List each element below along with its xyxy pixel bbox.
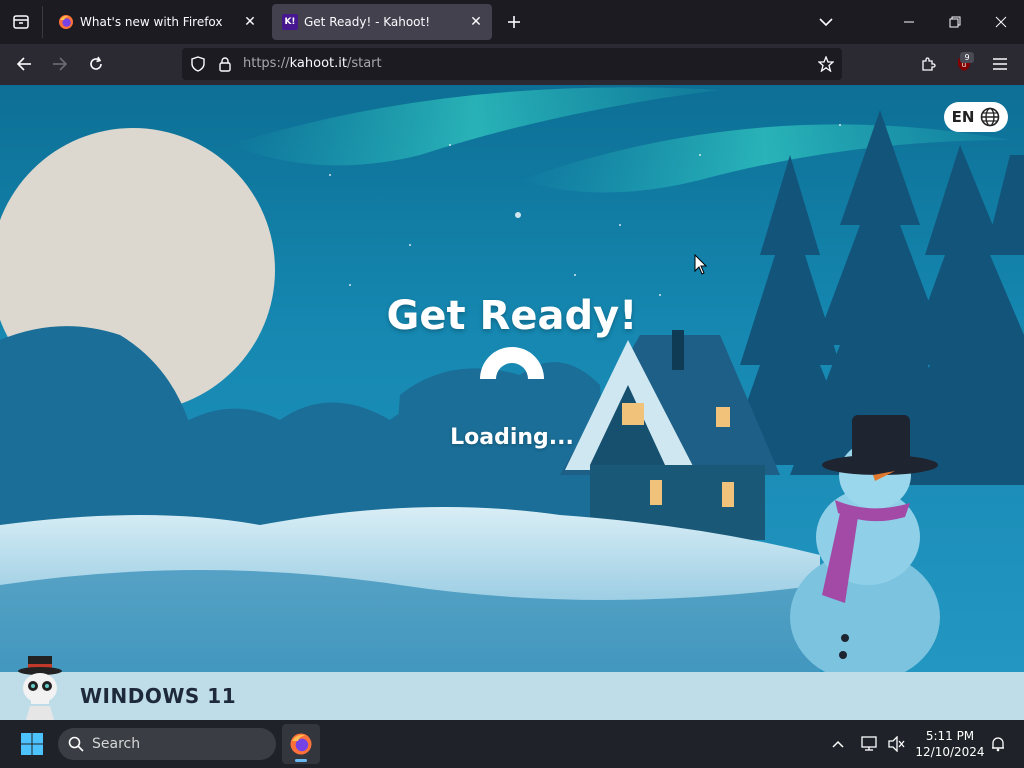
reload-icon: [90, 56, 102, 70]
globe-icon: [981, 107, 1000, 127]
bookmark-star-icon[interactable]: [816, 54, 836, 74]
loading-spinner-icon: [480, 347, 544, 379]
back-button[interactable]: [8, 48, 40, 80]
kahoot-page: EN Get Ready! Loading...: [0, 85, 1024, 672]
url-text[interactable]: https://kahoot.it/start: [243, 56, 382, 71]
network-status-button[interactable]: [858, 732, 882, 756]
speaker-muted-icon: [888, 736, 905, 752]
language-selector-button[interactable]: EN: [944, 102, 1008, 132]
chevron-down-icon: [819, 18, 833, 27]
app-menu-button[interactable]: [984, 48, 1016, 80]
volume-button[interactable]: [884, 732, 908, 756]
tab-whats-new[interactable]: What's new with Firefox ✕: [48, 4, 266, 40]
lock-icon[interactable]: [215, 54, 235, 74]
close-tab-icon[interactable]: ✕: [464, 10, 488, 34]
restore-button[interactable]: [932, 0, 978, 44]
close-tab-icon[interactable]: ✕: [238, 10, 262, 34]
puzzle-icon: [922, 57, 936, 71]
bell-icon: [992, 737, 1004, 752]
reload-button[interactable]: [80, 48, 112, 80]
show-hidden-icons-button[interactable]: [826, 732, 850, 756]
mouse-cursor-icon: [694, 254, 708, 275]
firefox-view-button[interactable]: [0, 0, 42, 44]
tab-separator: [42, 6, 43, 38]
clock-time: 5:11 PM: [925, 729, 975, 743]
windows-logo-icon: [21, 733, 43, 755]
firefox-favicon-icon: [59, 15, 73, 29]
navigation-toolbar: https://kahoot.it/start u: [0, 44, 1024, 85]
language-code: EN: [951, 108, 975, 126]
clock-date: 12/10/2024: [915, 745, 985, 759]
url-path: /start: [346, 56, 382, 71]
search-label: Search: [92, 736, 141, 752]
taskbar-search-box[interactable]: Search: [58, 728, 276, 760]
new-tab-button[interactable]: [500, 8, 528, 36]
start-button[interactable]: [16, 730, 48, 758]
minimize-button[interactable]: [886, 0, 932, 44]
extension-badge: 9: [960, 52, 974, 63]
hamburger-menu-icon: [993, 58, 1007, 70]
list-all-tabs-button[interactable]: [812, 8, 840, 36]
taskbar-firefox-app[interactable]: [282, 724, 320, 764]
kahoot-favicon-icon: K!: [282, 14, 298, 30]
firefox-view-icon: [13, 15, 29, 29]
arrow-left-icon: [16, 57, 31, 71]
extensions-button[interactable]: [912, 48, 944, 80]
arrow-right-icon: [53, 57, 68, 71]
tab-kahoot[interactable]: K! Get Ready! - Kahoot! ✕: [272, 4, 492, 40]
windows-taskbar: Search 5:11 PM 12/10/2024: [0, 720, 1024, 768]
firefox-icon: [290, 733, 312, 755]
search-icon: [68, 736, 84, 752]
loading-text: Loading...: [450, 425, 574, 450]
tab-title: Get Ready! - Kahoot!: [304, 15, 431, 29]
plus-icon: [508, 16, 520, 28]
minimize-icon: [904, 21, 914, 23]
network-monitor-icon: [861, 736, 877, 751]
skull-mascot-icon: [18, 656, 62, 720]
tracking-protection-shield-icon[interactable]: [188, 54, 208, 74]
watermark-banner: WINDOWS 11: [0, 656, 1024, 720]
tab-strip: What's new with Firefox ✕ K! Get Ready! …: [0, 0, 1024, 44]
notifications-button[interactable]: [986, 732, 1010, 756]
tab-title: What's new with Firefox: [80, 15, 223, 29]
restore-icon: [949, 16, 961, 28]
running-indicator: [295, 759, 307, 762]
chevron-up-icon: [832, 740, 844, 748]
get-ready-heading: Get Ready!: [386, 293, 638, 339]
address-bar[interactable]: https://kahoot.it/start: [182, 48, 842, 80]
url-scheme: https://: [243, 56, 290, 71]
url-host: kahoot.it: [289, 56, 347, 71]
close-icon: [995, 16, 1007, 28]
watermark-label: WINDOWS 11: [80, 684, 237, 708]
taskbar-clock[interactable]: 5:11 PM 12/10/2024: [914, 728, 986, 760]
close-window-button[interactable]: [978, 0, 1024, 44]
forward-button[interactable]: [44, 48, 76, 80]
